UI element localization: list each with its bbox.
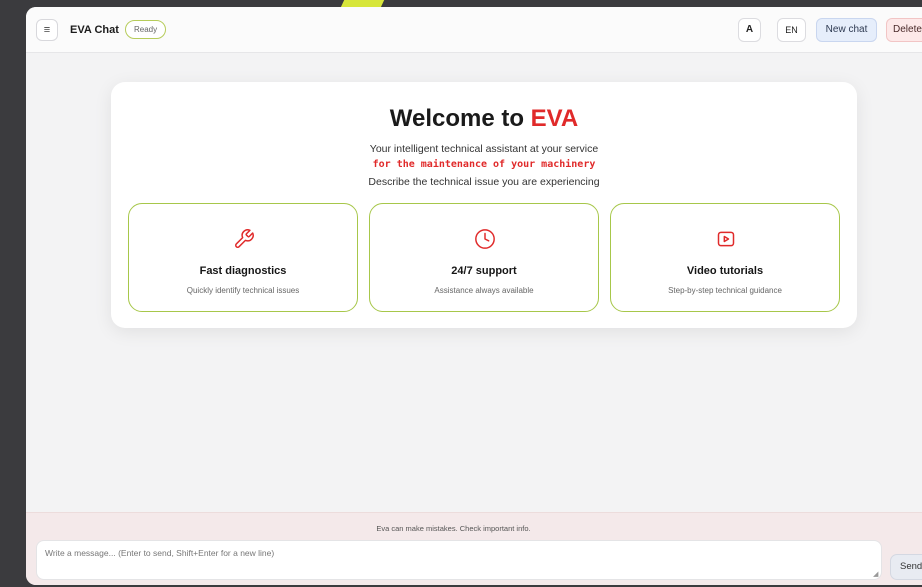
app-title: EVA Chat <box>70 24 119 36</box>
feature-description: Step-by-step technical guidance <box>668 286 782 295</box>
menu-button[interactable]: ≡ <box>36 19 58 41</box>
feature-card-tutorials[interactable]: Video tutorials Step-by-step technical g… <box>610 203 840 312</box>
feature-card-support[interactable]: 24/7 support Assistance always available <box>369 203 599 312</box>
welcome-highlight: for the maintenance of your machinery <box>372 159 596 170</box>
top-bar: ≡ EVA Chat Ready A EN New chat Delete <box>26 7 922 53</box>
video-icon <box>713 226 739 252</box>
feature-description: Assistance always available <box>434 286 534 295</box>
welcome-title-brand: EVA <box>530 105 579 132</box>
clock-icon <box>472 226 498 252</box>
resize-handle-icon[interactable]: ◢ <box>873 570 878 578</box>
welcome-subtitle: Your intelligent technical assistant at … <box>369 143 599 155</box>
status-badge: Ready <box>125 20 167 39</box>
feature-title: Video tutorials <box>686 265 764 277</box>
menu-icon: ≡ <box>43 24 51 36</box>
wrench-icon <box>231 226 257 252</box>
welcome-instruction: Describe the technical issue you are exp… <box>368 176 600 188</box>
feature-description: Quickly identify technical issues <box>186 286 300 295</box>
disclaimer-text: Eva can make mistakes. Check important i… <box>376 524 531 533</box>
welcome-title: Welcome to EVA <box>111 105 857 133</box>
language-button[interactable]: EN <box>777 18 806 42</box>
feature-title: Fast diagnostics <box>199 265 287 277</box>
app-window: ≡ EVA Chat Ready A EN New chat Delete We… <box>26 7 922 585</box>
delete-button[interactable]: Delete <box>886 18 922 42</box>
welcome-title-prefix: Welcome to <box>389 105 531 132</box>
send-button[interactable]: Send <box>890 554 922 580</box>
message-input[interactable] <box>36 540 882 580</box>
feature-title: 24/7 support <box>451 265 517 277</box>
composer-area: Eva can make mistakes. Check important i… <box>26 512 922 585</box>
font-size-button[interactable]: A <box>738 18 761 42</box>
welcome-card: Welcome to EVA Your intelligent technica… <box>111 82 857 328</box>
feature-card-diagnostics[interactable]: Fast diagnostics Quickly identify techni… <box>128 203 358 312</box>
new-chat-button[interactable]: New chat <box>816 18 877 42</box>
